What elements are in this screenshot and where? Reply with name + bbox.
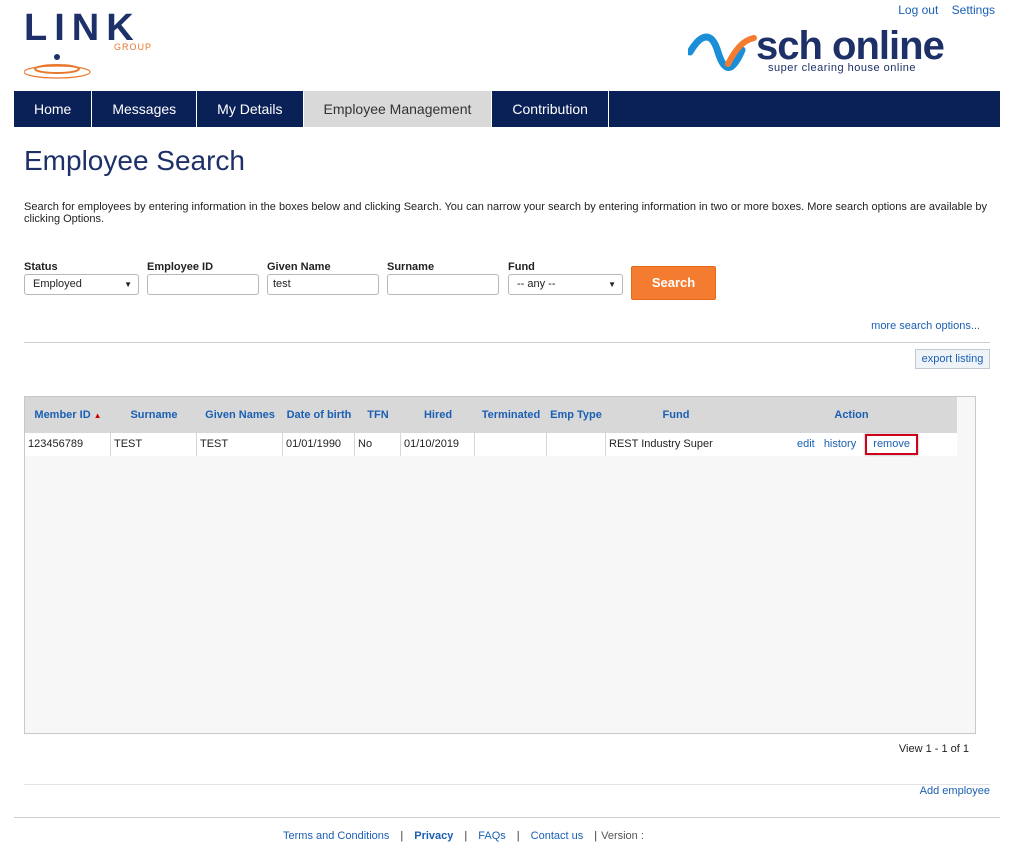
status-field: Status Employed <box>24 261 139 295</box>
history-link[interactable]: history <box>824 438 856 450</box>
cell-hired: 01/10/2019 <box>401 433 475 456</box>
main-nav: Home Messages My Details Employee Manage… <box>14 91 1000 127</box>
col-member-id-label: Member ID <box>34 408 91 421</box>
cell-given-names: TEST <box>197 433 283 456</box>
contact-link[interactable]: Contact us <box>531 830 584 842</box>
cell-emp-type <box>547 433 606 456</box>
terms-link[interactable]: Terms and Conditions <box>283 830 389 842</box>
nav-employee-management[interactable]: Employee Management <box>303 91 493 127</box>
edit-link[interactable]: edit <box>797 438 815 450</box>
col-emp-type[interactable]: Emp Type <box>547 397 605 433</box>
nav-home[interactable]: Home <box>14 91 93 127</box>
surname-field: Surname <box>387 261 499 295</box>
given-name-field: Given Name test <box>267 261 379 295</box>
settings-link[interactable]: Settings <box>952 3 995 17</box>
table-row: 123456789 TEST TEST 01/01/1990 No 01/10/… <box>25 433 957 456</box>
footer: Terms and Conditions | Privacy | FAQs | Contac… <box>283 830 644 842</box>
col-terminated[interactable]: Terminated <box>475 397 547 433</box>
status-select[interactable]: Employed <box>24 274 139 295</box>
sch-online-logo: sch online super clearing house online <box>688 24 993 78</box>
cell-member-id: 123456789 <box>25 433 111 456</box>
export-listing-button[interactable]: export listing <box>915 349 990 369</box>
fund-label: Fund <box>508 261 535 273</box>
divider <box>24 342 990 343</box>
col-hired[interactable]: Hired <box>401 397 475 433</box>
given-name-input[interactable]: test <box>267 274 379 295</box>
logout-link[interactable]: Log out <box>898 3 938 17</box>
status-label: Status <box>24 261 58 273</box>
fund-select[interactable]: -- any -- <box>508 274 623 295</box>
cell-surname: TEST <box>111 433 197 456</box>
divider <box>24 784 990 785</box>
nav-my-details[interactable]: My Details <box>197 91 304 127</box>
given-name-label: Given Name <box>267 261 331 273</box>
surname-input[interactable] <box>387 274 499 295</box>
cell-terminated <box>475 433 547 456</box>
divider <box>14 817 1000 818</box>
page-intro: Search for employees by entering informa… <box>24 201 988 225</box>
footer-separator: | <box>464 830 468 842</box>
footer-separator: | <box>516 830 520 842</box>
employee-grid: Member ID ▲ Surname Given Names Date of b… <box>24 396 976 734</box>
cell-tfn: No <box>355 433 401 456</box>
pager-status: View 1 - 1 of 1 <box>898 743 969 755</box>
col-action: Action <box>834 408 869 421</box>
col-date-of-birth[interactable]: Date of birth <box>283 397 355 433</box>
link-group-logo: LINK GROUP <box>24 8 151 80</box>
remove-link[interactable]: remove <box>865 434 918 455</box>
grid-header: Member ID ▲ Surname Given Names Date of b… <box>25 397 957 433</box>
search-button[interactable]: Search <box>631 266 716 300</box>
row-actions: edit history remove <box>797 433 924 456</box>
top-links: Log out Settings <box>888 3 995 17</box>
version-text: Version : <box>601 830 644 842</box>
footer-separator: | <box>400 830 404 842</box>
link-logo-ripple-icon <box>24 54 91 79</box>
col-surname[interactable]: Surname <box>111 397 197 433</box>
cell-fund: REST Industry Super <box>609 438 713 450</box>
privacy-link[interactable]: Privacy <box>414 830 453 842</box>
nav-messages[interactable]: Messages <box>92 91 198 127</box>
col-member-id[interactable]: Member ID ▲ <box>25 397 111 433</box>
surname-label: Surname <box>387 261 435 273</box>
page-title: Employee Search <box>24 145 246 176</box>
sort-asc-icon: ▲ <box>93 410 102 420</box>
nav-contribution[interactable]: Contribution <box>492 91 609 127</box>
employee-id-input[interactable] <box>147 274 259 295</box>
link-logo-group: GROUP <box>114 42 153 52</box>
add-employee-link[interactable]: Add employee <box>920 785 990 797</box>
more-search-options-link[interactable]: more search options... <box>871 320 980 332</box>
col-fund[interactable]: Fund <box>606 397 746 433</box>
sch-logo-tagline: super clearing house online <box>768 62 917 74</box>
cell-dob: 01/01/1990 <box>283 433 355 456</box>
faqs-link[interactable]: FAQs <box>478 830 506 842</box>
footer-separator: | <box>594 830 598 842</box>
col-tfn[interactable]: TFN <box>355 397 401 433</box>
employee-id-field: Employee ID <box>147 261 259 295</box>
employee-id-label: Employee ID <box>147 261 214 273</box>
col-given-names[interactable]: Given Names <box>197 397 283 433</box>
fund-field: Fund -- any -- <box>508 261 623 295</box>
